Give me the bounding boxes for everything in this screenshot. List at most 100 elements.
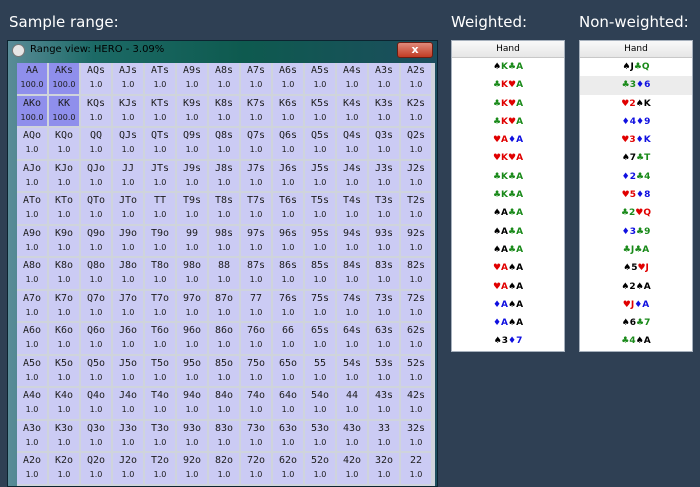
range-cell[interactable]: 88 1.0 (209, 258, 239, 289)
range-cell[interactable]: Q4o 1.0 (81, 388, 111, 419)
range-cell[interactable]: AKo 100.0 (17, 95, 47, 126)
range-cell[interactable]: 97o 1.0 (177, 290, 207, 321)
hand-row[interactable]: ♠A♣A (452, 204, 564, 222)
range-cell[interactable]: K4o 1.0 (49, 388, 79, 419)
hand-row[interactable]: ♣K♥A (452, 76, 564, 94)
range-cell[interactable]: 65o 1.0 (273, 355, 303, 386)
range-cell[interactable]: JJ 1.0 (113, 160, 143, 191)
range-cell[interactable]: 73s 1.0 (369, 290, 399, 321)
range-cell[interactable]: 52s 1.0 (401, 355, 431, 386)
range-cell[interactable]: K9s 1.0 (177, 95, 207, 126)
range-cell[interactable]: Q8s 1.0 (209, 128, 239, 159)
range-cell[interactable]: T2o 1.0 (145, 453, 175, 484)
nonweighted-column-header[interactable]: Hand (580, 41, 692, 58)
range-cell[interactable]: A7s 1.0 (241, 63, 271, 94)
range-cell[interactable]: Q7s 1.0 (241, 128, 271, 159)
range-cell[interactable]: K7s 1.0 (241, 95, 271, 126)
range-cell[interactable]: 83s 1.0 (369, 258, 399, 289)
hand-row[interactable]: ♣K♣A (452, 168, 564, 186)
range-cell[interactable]: 72o 1.0 (241, 453, 271, 484)
range-cell[interactable]: A6s 1.0 (273, 63, 303, 94)
range-cell[interactable]: QQ 1.0 (81, 128, 111, 159)
range-cell[interactable]: 64s 1.0 (337, 323, 367, 354)
hand-row[interactable]: ♣4♠A (580, 332, 692, 350)
hand-row[interactable]: ♥A♠A (452, 278, 564, 296)
range-cell[interactable]: Q5o 1.0 (81, 355, 111, 386)
range-cell[interactable]: 86s 1.0 (273, 258, 303, 289)
range-cell[interactable]: 96o 1.0 (177, 323, 207, 354)
range-cell[interactable]: J6o 1.0 (113, 323, 143, 354)
range-cell[interactable]: 63s 1.0 (369, 323, 399, 354)
range-cell[interactable]: T5s 1.0 (305, 193, 335, 224)
range-cell[interactable]: 85s 1.0 (305, 258, 335, 289)
range-cell[interactable]: A4o 1.0 (17, 388, 47, 419)
range-cell[interactable]: J2s 1.0 (401, 160, 431, 191)
range-cell[interactable]: K7o 1.0 (49, 290, 79, 321)
range-cell[interactable]: JTs 1.0 (145, 160, 175, 191)
range-cell[interactable]: T9s 1.0 (177, 193, 207, 224)
range-cell[interactable]: AQs 1.0 (81, 63, 111, 94)
range-cell[interactable]: 87s 1.0 (241, 258, 271, 289)
window-titlebar[interactable]: Range view: HERO - 3.09% x (8, 41, 437, 61)
range-cell[interactable]: 82s 1.0 (401, 258, 431, 289)
range-cell[interactable]: 53s 1.0 (369, 355, 399, 386)
hand-row[interactable]: ♠A♣A (452, 241, 564, 259)
hand-row[interactable]: ♠6♣7 (580, 314, 692, 332)
range-cell[interactable]: 74o 1.0 (241, 388, 271, 419)
hand-row[interactable]: ♦3♣9 (580, 223, 692, 241)
range-cell[interactable]: 75s 1.0 (305, 290, 335, 321)
range-cell[interactable]: K2s 1.0 (401, 95, 431, 126)
range-cell[interactable]: K5s 1.0 (305, 95, 335, 126)
range-cell[interactable]: Q2s 1.0 (401, 128, 431, 159)
range-cell[interactable]: A6o 1.0 (17, 323, 47, 354)
range-cell[interactable]: AJo 1.0 (17, 160, 47, 191)
range-cell[interactable]: 54o 1.0 (305, 388, 335, 419)
range-cell[interactable]: 97s 1.0 (241, 225, 271, 256)
range-cell[interactable]: T8s 1.0 (209, 193, 239, 224)
range-cell[interactable]: QTs 1.0 (145, 128, 175, 159)
close-button[interactable]: x (397, 42, 433, 58)
range-cell[interactable]: 93o 1.0 (177, 420, 207, 451)
range-cell[interactable]: J7o 1.0 (113, 290, 143, 321)
range-cell[interactable]: J9s 1.0 (177, 160, 207, 191)
range-cell[interactable]: Q2o 1.0 (81, 453, 111, 484)
hand-row[interactable]: ♣J♣A (580, 241, 692, 259)
range-cell[interactable]: KJo 1.0 (49, 160, 79, 191)
range-cell[interactable]: 87o 1.0 (209, 290, 239, 321)
range-cell[interactable]: A4s 1.0 (337, 63, 367, 94)
range-cell[interactable]: 92s 1.0 (401, 225, 431, 256)
range-cell[interactable]: 43s 1.0 (369, 388, 399, 419)
range-cell[interactable]: K5o 1.0 (49, 355, 79, 386)
range-cell[interactable]: AJs 1.0 (113, 63, 143, 94)
range-cell[interactable]: 32s 1.0 (401, 420, 431, 451)
weighted-column-header[interactable]: Hand (452, 41, 564, 58)
range-cell[interactable]: 93s 1.0 (369, 225, 399, 256)
range-cell[interactable]: 75o 1.0 (241, 355, 271, 386)
hand-row[interactable]: ♠2♠A (580, 278, 692, 296)
range-cell[interactable]: AQo 1.0 (17, 128, 47, 159)
hand-row[interactable]: ♦A♠A (452, 314, 564, 332)
range-cell[interactable]: 62o 1.0 (273, 453, 303, 484)
range-cell[interactable]: 85o 1.0 (209, 355, 239, 386)
range-cell[interactable]: Q6o 1.0 (81, 323, 111, 354)
hand-row[interactable]: ♣K♥A (452, 113, 564, 131)
hand-row[interactable]: ♥2♠K (580, 95, 692, 113)
range-cell[interactable]: 52o 1.0 (305, 453, 335, 484)
range-cell[interactable]: 42s 1.0 (401, 388, 431, 419)
range-cell[interactable]: Q3o 1.0 (81, 420, 111, 451)
range-cell[interactable]: 64o 1.0 (273, 388, 303, 419)
range-cell[interactable]: 74s 1.0 (337, 290, 367, 321)
range-cell[interactable]: 92o 1.0 (177, 453, 207, 484)
range-cell[interactable]: J2o 1.0 (113, 453, 143, 484)
range-cell[interactable]: Q6s 1.0 (273, 128, 303, 159)
range-cell[interactable]: A9s 1.0 (177, 63, 207, 94)
range-cell[interactable]: A9o 1.0 (17, 225, 47, 256)
range-cell[interactable]: TT 1.0 (145, 193, 175, 224)
hand-row[interactable]: ♥5♦8 (580, 186, 692, 204)
range-cell[interactable]: KQo 1.0 (49, 128, 79, 159)
hand-row[interactable]: ♣3♦6 (580, 76, 692, 95)
range-cell[interactable]: 83o 1.0 (209, 420, 239, 451)
range-cell[interactable]: QJs 1.0 (113, 128, 143, 159)
range-cell[interactable]: T4s 1.0 (337, 193, 367, 224)
range-cell[interactable]: J8o 1.0 (113, 258, 143, 289)
